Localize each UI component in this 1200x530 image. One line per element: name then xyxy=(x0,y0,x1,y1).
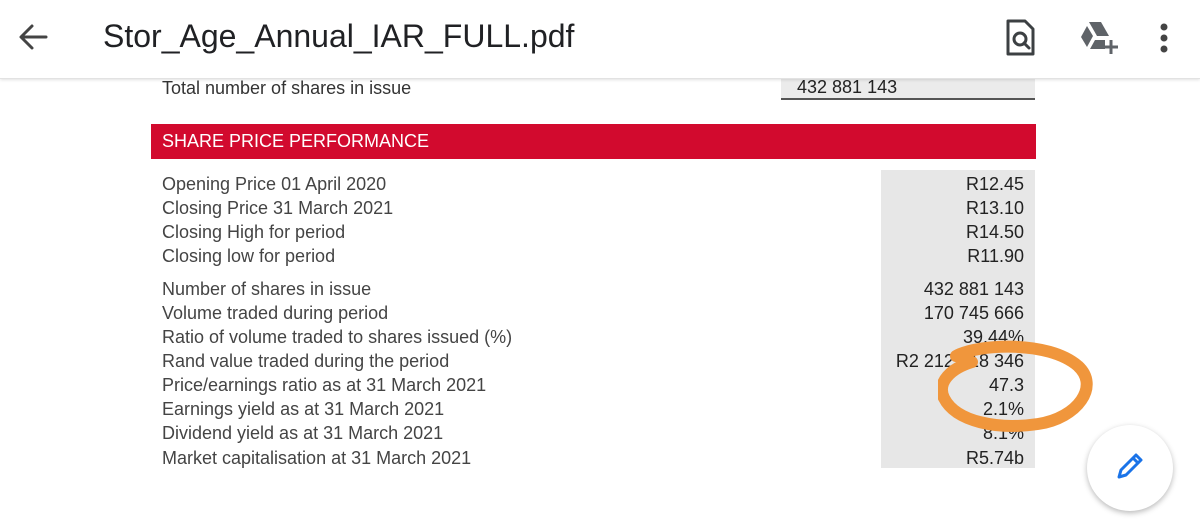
total-shares-label: Total number of shares in issue xyxy=(162,78,412,98)
more-options-button[interactable] xyxy=(1150,18,1178,62)
row-label-volume-traded: Volume traded during period xyxy=(162,303,389,323)
find-in-page-button[interactable] xyxy=(1000,16,1040,64)
row-label-shares-in-issue: Number of shares in issue xyxy=(162,279,372,299)
section-header: SHARE PRICE PERFORMANCE xyxy=(151,124,1036,159)
document-title: Stor_Age_Annual_IAR_FULL.pdf xyxy=(103,18,575,54)
row-label-closing-price: Closing Price 31 March 2021 xyxy=(162,198,394,218)
row-value-pe-ratio: 47.3 xyxy=(988,375,1024,395)
row-label-rand-value: Rand value traded during the period xyxy=(162,351,450,371)
add-to-drive-icon xyxy=(1078,19,1118,60)
find-in-page-icon xyxy=(1005,19,1035,62)
row-value-earnings-yield: 2.1% xyxy=(982,399,1024,419)
row-label-closing-high: Closing High for period xyxy=(162,222,346,242)
row-label-pe-ratio: Price/earnings ratio as at 31 March 2021 xyxy=(162,375,487,395)
total-shares-value: 432 881 143 xyxy=(797,77,898,97)
row-label-opening-price: Opening Price 01 April 2020 xyxy=(162,174,387,194)
row-label-market-cap: Market capitalisation at 31 March 2021 xyxy=(162,448,472,468)
row-value-closing-price: R13.10 xyxy=(965,198,1024,218)
row-value-dividend-yield: 8.1% xyxy=(982,423,1024,443)
row-label-closing-low: Closing low for period xyxy=(162,246,336,266)
edit-pencil-icon xyxy=(1113,449,1147,488)
row-label-dividend-yield: Dividend yield as at 31 March 2021 xyxy=(162,423,444,443)
back-arrow-icon xyxy=(18,23,48,56)
row-label-earnings-yield: Earnings yield as at 31 March 2021 xyxy=(162,399,445,419)
row-value-market-cap: R5.74b xyxy=(965,448,1024,468)
app-toolbar: Stor_Age_Annual_IAR_FULL.pdf xyxy=(0,0,1200,79)
row-value-volume-ratio: 39.44% xyxy=(962,327,1024,347)
add-to-drive-button[interactable] xyxy=(1075,16,1121,62)
section-title: SHARE PRICE PERFORMANCE xyxy=(162,131,430,151)
row-label-volume-ratio: Ratio of volume traded to shares issued … xyxy=(162,327,513,347)
row-value-closing-high: R14.50 xyxy=(965,222,1024,242)
edit-fab-button[interactable] xyxy=(1087,425,1173,511)
row-value-volume-traded: 170 745 666 xyxy=(923,303,1024,323)
pdf-page: Total number of shares in issue 432 881 … xyxy=(0,74,1200,530)
more-vert-icon xyxy=(1159,23,1169,58)
back-button[interactable] xyxy=(10,16,56,62)
row-value-closing-low: R11.90 xyxy=(967,246,1024,266)
row-value-shares-in-issue: 432 881 143 xyxy=(923,279,1024,299)
row-value-rand-value: R2 212 818 346 xyxy=(895,351,1024,371)
row-value-opening-price: R12.45 xyxy=(965,174,1024,194)
